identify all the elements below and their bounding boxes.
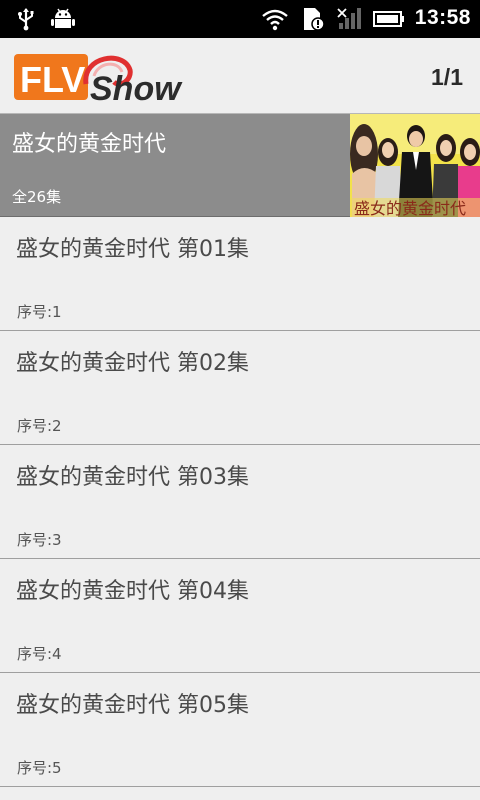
episode-item-1[interactable]: 盛女的黄金时代 第01集 序号:1 [0, 217, 480, 331]
featured-title: 盛女的黄金时代 [12, 132, 167, 157]
episode-title: 盛女的黄金时代 第05集 [16, 693, 249, 718]
svg-text:Show: Show [90, 70, 183, 106]
episode-list: 盛女的黄金时代 第01集 序号:1 盛女的黄金时代 第02集 序号:2 盛女的黄… [0, 217, 480, 787]
signal-off-icon [337, 8, 361, 29]
app-header: FLV Show 1/1 [0, 38, 480, 114]
status-time: 13:58 [414, 6, 471, 29]
episode-title: 盛女的黄金时代 第02集 [16, 351, 249, 376]
featured-banner[interactable]: 盛女的黄金时代 全26集 盛女的黄金时代 [0, 114, 480, 217]
episode-index: 序号:3 [17, 531, 62, 549]
poster-image: 盛女的黄金时代 [350, 114, 480, 217]
wifi-icon [262, 9, 288, 31]
episode-index: 序号:4 [17, 645, 62, 663]
episode-index: 序号:1 [17, 303, 62, 321]
episode-index: 序号:5 [17, 759, 62, 777]
episode-item-3[interactable]: 盛女的黄金时代 第03集 序号:3 [0, 445, 480, 559]
episode-item-4[interactable]: 盛女的黄金时代 第04集 序号:4 [0, 559, 480, 673]
page-indicator: 1/1 [431, 64, 463, 90]
svg-text:FLV: FLV [20, 59, 85, 100]
flv-show-logo[interactable]: FLV Show [14, 48, 184, 106]
episode-title: 盛女的黄金时代 第01集 [16, 237, 249, 262]
sim-alert-icon [304, 8, 325, 31]
usb-icon [18, 8, 34, 31]
episode-title: 盛女的黄金时代 第04集 [16, 579, 249, 604]
android-debug-icon [51, 8, 75, 28]
battery-icon [373, 11, 404, 27]
episode-index: 序号:2 [17, 417, 62, 435]
episode-item-2[interactable]: 盛女的黄金时代 第02集 序号:2 [0, 331, 480, 445]
poster-caption: 盛女的黄金时代 [354, 199, 466, 217]
episode-item-5[interactable]: 盛女的黄金时代 第05集 序号:5 [0, 673, 480, 787]
episode-count: 全26集 [12, 188, 62, 206]
episode-title: 盛女的黄金时代 第03集 [16, 465, 249, 490]
status-bar: 13:58 [0, 0, 480, 38]
